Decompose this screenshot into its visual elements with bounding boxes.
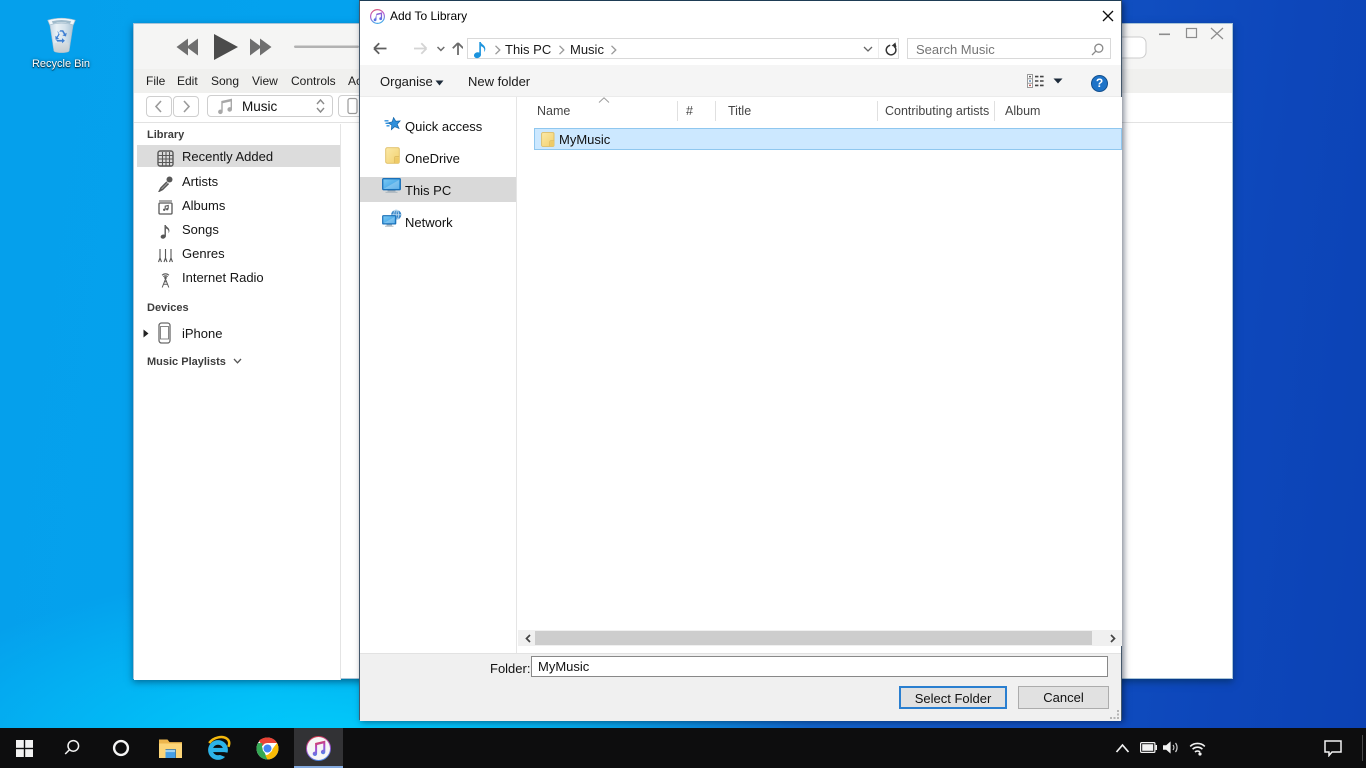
svg-text:Music: Music [242,99,278,114]
